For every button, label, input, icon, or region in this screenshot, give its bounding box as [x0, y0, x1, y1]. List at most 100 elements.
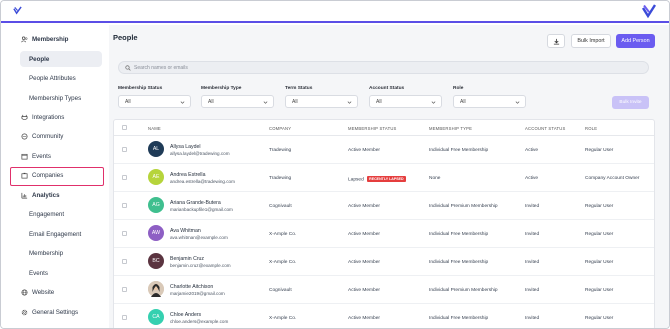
company-cell: Cognivault	[269, 288, 292, 293]
avatar-initials: BC	[152, 258, 160, 264]
membership-type-cell: None	[429, 176, 441, 181]
row-checkbox[interactable]	[122, 287, 127, 292]
filter-select-membership-status[interactable]: All	[118, 95, 191, 108]
download-button[interactable]	[547, 34, 565, 48]
people-table: NAME COMPANY MEMBERSHIP STATUS MEMBERSHI…	[113, 119, 655, 328]
sidebar-item-email-engagement[interactable]: Email Engagement	[29, 231, 81, 238]
membership-type-cell: Individual Free Membership	[429, 232, 489, 237]
avatar: BC	[148, 253, 164, 269]
row-checkbox[interactable]	[122, 203, 127, 208]
select-all-checkbox[interactable]	[122, 125, 127, 130]
account-status-cell: Active	[525, 148, 539, 153]
filter-value: All	[292, 98, 298, 105]
status-badge: RECENTLY LAPSED	[367, 176, 406, 182]
column-header-role[interactable]: ROLE	[585, 126, 597, 131]
membership-status-text: Lapsed	[348, 177, 364, 183]
sidebar-item-analytics[interactable]: Analytics	[21, 192, 60, 199]
filter-select-term-status[interactable]: All	[285, 95, 358, 108]
membership-status-text: Active Member	[348, 204, 380, 209]
person-name[interactable]: Charlotte Aitchison	[170, 284, 213, 290]
column-header-name[interactable]: NAME	[148, 126, 161, 131]
sidebar-item-integrations[interactable]: Integrations	[21, 114, 64, 121]
chevron-down-icon	[347, 101, 352, 104]
table-row[interactable]: CA Chloe Anders chloe.anders@example.com…	[114, 304, 654, 328]
filter-value: All	[460, 98, 466, 105]
sidebar-item-analytics-membership[interactable]: Membership	[29, 250, 63, 257]
chevron-down-icon	[431, 101, 436, 104]
person-name[interactable]: Chloe Anders	[170, 312, 201, 318]
row-checkbox[interactable]	[122, 231, 127, 236]
sidebar-item-website[interactable]: Website	[21, 289, 54, 296]
role-cell: Regular User	[585, 204, 614, 209]
company-cell: X-Ample Co.	[269, 316, 297, 321]
search-bar[interactable]	[118, 61, 649, 74]
sidebar-item-label: Membership Types	[29, 95, 82, 102]
sidebar-item-label: Events	[29, 270, 48, 277]
plug-icon	[21, 114, 28, 121]
person-name[interactable]: Benjamin Cruz	[170, 256, 204, 262]
row-checkbox[interactable]	[122, 259, 127, 264]
search-input[interactable]	[134, 63, 634, 73]
table-row[interactable]: AL Allysa Laydel allysa.laydel@tradewing…	[114, 136, 654, 164]
membership-type-cell: Individual Free Membership	[429, 148, 489, 153]
chevron-down-icon	[263, 101, 268, 104]
column-header-membership-status[interactable]: MEMBERSHIP STATUS	[348, 126, 397, 131]
table-row[interactable]: BC Benjamin Cruz benjamin.cruz@example.c…	[114, 248, 654, 276]
column-header-company[interactable]: COMPANY	[269, 126, 291, 131]
sidebar-item-companies[interactable]: Companies	[21, 172, 63, 179]
person-name[interactable]: Andrea Estrella	[170, 172, 205, 178]
building-icon	[21, 172, 28, 179]
bulk-import-button[interactable]: Bulk Import	[571, 34, 611, 48]
membership-status-cell: Active Member	[348, 204, 380, 209]
sidebar-item-label: Integrations	[32, 114, 65, 121]
bulk-invite-button[interactable]: Bulk Invite	[612, 96, 649, 109]
avatar-initials: AG	[152, 202, 160, 208]
sidebar-item-community[interactable]: Community	[21, 133, 63, 140]
sidebar-item-people[interactable]: People	[29, 56, 49, 63]
table-row[interactable]: Charlotte Aitchison marjamie2019@gmail.c…	[114, 276, 654, 304]
account-status-cell: Active	[525, 176, 539, 181]
company-cell: Cognivault	[269, 204, 292, 209]
add-person-button[interactable]: Add Person	[616, 34, 655, 48]
filter-select-role[interactable]: All	[453, 95, 526, 108]
tradewing-logo-icon[interactable]	[13, 6, 22, 15]
sidebar-item-analytics-events[interactable]: Events	[29, 270, 48, 277]
sidebar-item-engagement[interactable]: Engagement	[29, 211, 64, 218]
column-header-membership-type[interactable]: MEMBERSHIP TYPE	[429, 126, 472, 131]
chat-icon	[21, 133, 28, 140]
sidebar-item-membership[interactable]: Membership	[21, 36, 68, 43]
row-checkbox[interactable]	[122, 315, 127, 320]
sidebar-item-people-attributes[interactable]: People Attributes	[29, 75, 76, 82]
table-row[interactable]: AG Ariana Grande-Butera marianbackupfile…	[114, 192, 654, 220]
column-header-account-status[interactable]: ACCOUNT STATUS	[525, 126, 566, 131]
filter-select-account-status[interactable]: All	[369, 95, 442, 108]
sidebar-item-label: Events	[32, 153, 51, 160]
table-row[interactable]: AW Ava Whitman ava.whitman@example.com X…	[114, 220, 654, 248]
sidebar-item-label: Membership	[29, 250, 64, 257]
filter-select-membership-type[interactable]: All	[201, 95, 274, 108]
sidebar-item-membership-types[interactable]: Membership Types	[29, 95, 81, 102]
sidebar-item-events[interactable]: Events	[21, 153, 51, 160]
calendar-icon	[21, 153, 28, 160]
table-row[interactable]: AE Andrea Estrella andrea.estrella@trade…	[114, 164, 654, 192]
person-name[interactable]: Ariana Grande-Butera	[170, 200, 221, 206]
avatar	[148, 281, 164, 297]
gear-icon	[21, 309, 28, 316]
person-name[interactable]: Ava Whitman	[170, 228, 201, 234]
tradewing-logo-icon[interactable]	[641, 3, 657, 19]
sidebar-item-label: Analytics	[32, 192, 60, 199]
company-cell: X-Ample Co.	[269, 232, 297, 237]
account-status-cell: Invited	[525, 316, 540, 321]
company-cell: Tradewing	[269, 176, 292, 181]
row-checkbox[interactable]	[122, 147, 127, 152]
avatar-initials: AL	[152, 146, 160, 152]
sidebar-item-label: Community	[32, 133, 64, 140]
filter-value: All	[125, 98, 131, 105]
person-name[interactable]: Allysa Laydel	[170, 144, 201, 150]
sidebar-item-label: People	[29, 56, 50, 63]
sidebar-item-label: People Attributes	[29, 75, 76, 82]
membership-status-text: Active Member	[348, 232, 380, 237]
membership-status-cell: Active Member	[348, 260, 380, 265]
sidebar-item-general-settings[interactable]: General Settings	[21, 309, 78, 316]
row-checkbox[interactable]	[122, 175, 127, 180]
